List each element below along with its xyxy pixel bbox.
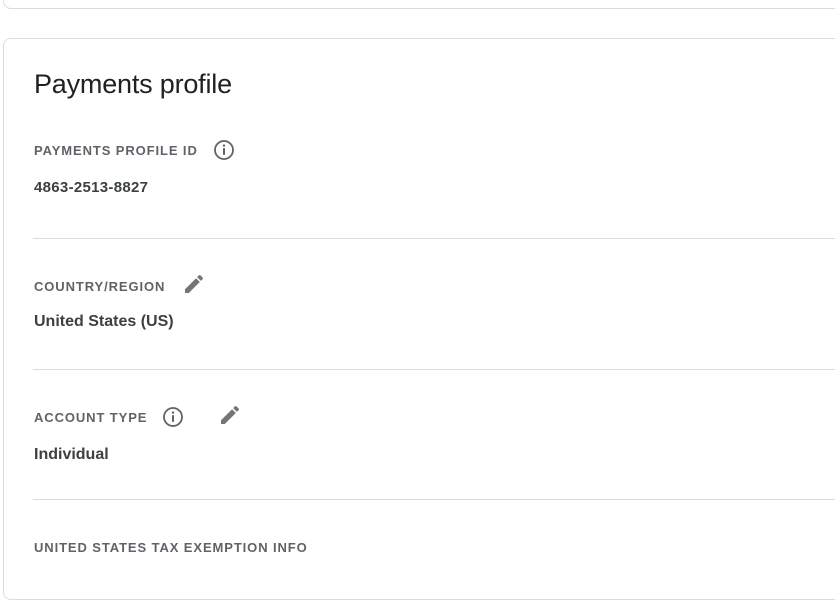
account-type-value: Individual	[34, 446, 109, 463]
divider	[33, 369, 835, 370]
profile-id-value: 4863-2513-8827	[34, 179, 149, 196]
edit-pencil-icon[interactable]	[218, 403, 242, 432]
account-type-label: ACCOUNT TYPE	[34, 410, 148, 425]
country-region-value: United States (US)	[34, 313, 174, 330]
country-region-label: COUNTRY/REGION	[34, 279, 166, 294]
previous-card	[3, 0, 835, 9]
info-icon[interactable]	[162, 406, 184, 433]
page-title: Payments profile	[34, 69, 232, 99]
divider	[33, 499, 835, 500]
edit-pencil-icon[interactable]	[182, 272, 206, 301]
payments-profile-card: Payments profile PAYMENTS PROFILE ID 486…	[3, 38, 835, 600]
tax-exemption-label: UNITED STATES TAX EXEMPTION INFO	[34, 540, 308, 555]
divider	[33, 238, 835, 239]
info-icon[interactable]	[213, 139, 235, 166]
profile-id-label: PAYMENTS PROFILE ID	[34, 143, 198, 158]
